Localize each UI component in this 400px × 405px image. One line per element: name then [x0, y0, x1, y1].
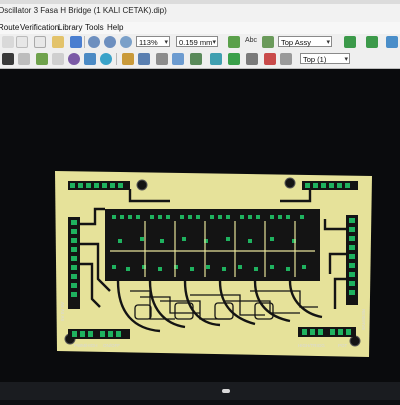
layer-check-icon[interactable] [228, 36, 240, 48]
filter-icon[interactable] [18, 53, 30, 65]
mounting-hole [284, 177, 296, 189]
pcb-layout[interactable]: PWM/HIGH ON/OFF HIGH/TRIGG POT 5V 5V 5V … [0, 69, 400, 400]
layer-toggle-icon[interactable] [280, 53, 292, 65]
abc-text-tool[interactable]: Abc [245, 37, 257, 44]
toolbar-top: 113% ▾ 0.159 mm ▾ Abc Top Assy ▾ [0, 34, 400, 50]
header-top-left [68, 181, 130, 190]
layer-combo[interactable]: Top (1) ▾ [300, 53, 350, 64]
verify-icon[interactable] [344, 36, 356, 48]
wire-icon[interactable] [172, 53, 184, 65]
toolbar-separator [84, 36, 85, 48]
layer-value: Top (1) [303, 55, 327, 64]
header-bottom-right [298, 327, 356, 337]
title-bar: Oscillator 3 Fasa H Bridge (1 KALI CETAK… [0, 0, 400, 23]
zoom-in-icon[interactable] [88, 36, 100, 48]
monitor-bezel [0, 382, 400, 400]
route-icon[interactable] [2, 53, 14, 65]
properties-icon[interactable] [122, 53, 134, 65]
via-icon[interactable] [52, 53, 64, 65]
grid-value: 0.159 mm [179, 38, 213, 47]
label-pot: POT [338, 343, 348, 348]
pointer-icon[interactable] [2, 36, 14, 48]
grid-combo[interactable]: 0.159 mm ▾ [176, 36, 218, 47]
pad-icon[interactable] [36, 53, 48, 65]
menu-bar: Route Verification Library Tools Help [0, 22, 400, 34]
header-top-right [302, 181, 358, 190]
toolbar-bottom: Top (1) ▾ [0, 50, 400, 69]
zoom-out-icon[interactable] [104, 36, 116, 48]
chevron-down-icon: ▾ [164, 39, 168, 46]
drill-icon[interactable] [68, 53, 80, 65]
label-5v: 5V 5V 5V [60, 302, 65, 321]
header-right-vertical [346, 215, 358, 305]
save-icon[interactable] [70, 36, 82, 48]
menu-library[interactable]: Library [58, 23, 82, 32]
window-status-strip [0, 0, 400, 4]
stop-icon[interactable] [246, 53, 258, 65]
open-folder-icon[interactable] [52, 36, 64, 48]
measure-icon[interactable] [156, 53, 168, 65]
copper-pour-icon[interactable] [84, 53, 96, 65]
chevron-down-icon: ▾ [344, 56, 348, 63]
power-led [222, 389, 230, 393]
view-value: Top Assy [281, 38, 312, 47]
header-left-vertical [68, 217, 80, 309]
error-marker-icon[interactable] [264, 53, 276, 65]
toolbar-separator [116, 53, 117, 65]
menu-help[interactable]: Help [107, 23, 123, 32]
component-icon[interactable] [262, 36, 274, 48]
net-icon[interactable] [190, 53, 202, 65]
zoom-combo[interactable]: 113% ▾ [136, 36, 170, 47]
menu-route[interactable]: Route [0, 23, 19, 32]
select-icon[interactable] [16, 36, 28, 48]
label-on-off: ON/OFF [103, 343, 120, 348]
label-high-trigg: HIGH/TRIGG [298, 343, 325, 348]
autoroute-icon[interactable] [210, 53, 222, 65]
zoom-value: 113% [139, 38, 158, 47]
mounting-hole [136, 179, 148, 191]
new-file-icon[interactable] [34, 36, 46, 48]
drc-icon[interactable] [366, 36, 378, 48]
pcb-canvas[interactable]: PWM/HIGH ON/OFF HIGH/TRIGG POT 5V 5V 5V … [0, 69, 400, 400]
menu-tools[interactable]: Tools [85, 23, 104, 32]
menu-verification[interactable]: Verification [20, 23, 59, 32]
align-icon[interactable] [138, 53, 150, 65]
chevron-down-icon: ▾ [212, 39, 216, 46]
mounting-hole [349, 335, 361, 347]
view-combo[interactable]: Top Assy ▾ [278, 36, 332, 47]
window-title: Oscillator 3 Fasa H Bridge (1 KALI CETAK… [0, 6, 167, 15]
label-reserve: RESERVE [361, 309, 366, 330]
zoom-fit-icon[interactable] [120, 36, 132, 48]
export-icon[interactable] [386, 36, 398, 48]
3d-view-icon[interactable] [100, 53, 112, 65]
label-pwm-high: PWM/HIGH [74, 343, 98, 348]
run-icon[interactable] [228, 53, 240, 65]
chevron-down-icon: ▾ [326, 39, 330, 46]
header-bottom-left [68, 329, 130, 339]
